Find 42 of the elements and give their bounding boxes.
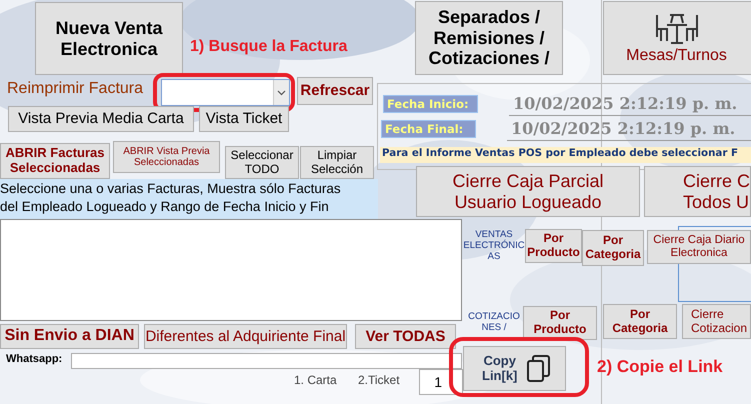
quotes-button[interactable]: Separados / Remisiones / Cotizaciones /	[415, 1, 563, 75]
ticket-preview-button[interactable]: Vista Ticket	[199, 106, 289, 132]
cash-close-button[interactable]: Cierre C Todos U	[644, 166, 751, 217]
selection-button[interactable]: ABRIR Facturas Seleccionadas	[0, 143, 110, 179]
report-button[interactable]: Cierre Caja Diario Electronica	[647, 230, 751, 264]
copy-link-button[interactable]: Copy Lin[k]	[463, 346, 566, 391]
copy-icon	[527, 354, 551, 382]
filter-button[interactable]: Diferentes al Adquiriente Final	[144, 324, 347, 349]
reprint-label: Reimprimir Factura	[7, 80, 144, 98]
instruction-text: 2) Copie el Link	[597, 357, 723, 377]
start-date-value: 10/02/2025 2:12:19 p. m.	[509, 94, 751, 116]
end-date-label: Fecha Final:	[381, 120, 476, 138]
report-label: COTIZACIO NES /	[467, 311, 521, 333]
selection-button[interactable]: Seleccionar TODO	[225, 146, 299, 179]
report-button[interactable]: Por Categoria	[603, 304, 677, 339]
cash-close-button[interactable]: Cierre Caja Parcial Usuario Logueado	[416, 166, 640, 217]
invoice-list[interactable]	[0, 219, 462, 321]
refresh-button[interactable]: Refrescar	[297, 77, 373, 105]
invoice-dropdown[interactable]	[161, 79, 290, 106]
report-label: VENTAS ELECTRÓNIC AS	[463, 229, 525, 262]
print-format-field[interactable]: 1	[419, 369, 463, 395]
end-date-value: 10/02/2025 2:12:19 p. m.	[507, 119, 751, 141]
filter-button[interactable]: Ver TODAS	[355, 324, 456, 349]
whatsapp-label: Whatsapp:	[6, 353, 62, 365]
selection-button[interactable]: ABRIR Vista Previa Seleccionadas	[113, 141, 220, 173]
report-button[interactable]: Cierre Cotizacion	[682, 304, 751, 339]
new-sale-button[interactable]: Nueva Venta Electronica	[35, 2, 183, 75]
whatsapp-field[interactable]	[71, 353, 462, 369]
report-button[interactable]: Por Producto	[523, 306, 597, 340]
tables-button[interactable]: Mesas/Turnos	[603, 1, 751, 75]
chevron-down-icon	[277, 90, 286, 96]
report-button[interactable]: Por Producto	[525, 229, 582, 263]
notice-text: Para el Informe Ventas POS por Empleado debe seleccionar F	[380, 147, 751, 163]
preview-button[interactable]: Vista Previa Media Carta	[8, 106, 194, 132]
print-format-label: 1. Carta	[294, 373, 337, 387]
print-format-label: 2.Ticket	[358, 373, 400, 387]
start-date-label: Fecha Inicio:	[383, 95, 478, 113]
info-text: Seleccione una o varias Facturas, Muestra sólo Facturas del Empleado Logueado y Rango de Fecha Inicio y Fin	[0, 179, 378, 219]
selection-button[interactable]: Limpiar Selección	[300, 146, 374, 179]
report-button[interactable]: Por Categoria	[582, 230, 644, 266]
filter-button[interactable]: Sin Envio a DIAN	[0, 324, 139, 349]
instruction-text: 1) Busque la Factura	[190, 38, 348, 56]
